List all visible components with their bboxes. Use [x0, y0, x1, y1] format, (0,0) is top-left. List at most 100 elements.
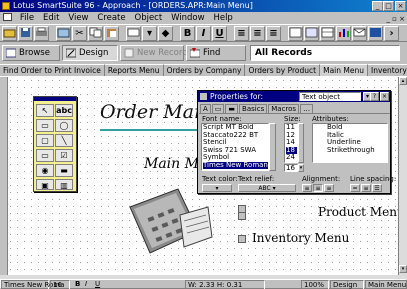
sort-icon[interactable] — [126, 26, 141, 41]
align-right-icon[interactable]: ≡ — [324, 184, 334, 192]
bold-button[interactable]: B — [180, 26, 195, 41]
cut-icon[interactable]: ✂ — [72, 26, 87, 41]
rectangle-tool-icon[interactable]: ▭ — [36, 119, 54, 132]
italic-button[interactable]: I — [196, 26, 211, 41]
tab-macros[interactable]: Macros — [268, 104, 300, 113]
font-item-selected[interactable]: Times New Roman — [203, 161, 268, 169]
browse-button[interactable]: Browse — [2, 45, 60, 61]
rounded-rect-tool-icon[interactable]: ▢ — [36, 134, 54, 147]
vertical-scrollbar[interactable]: ▴ ▾ — [398, 77, 407, 275]
align-center-icon[interactable]: ≡ — [313, 184, 323, 192]
fill-color-icon[interactable]: ▾ — [142, 26, 157, 41]
font-list-scrollbar[interactable] — [269, 123, 276, 171]
radio-tool-icon[interactable]: ◉ — [36, 164, 54, 177]
size-dropdown-icon[interactable]: ▾ — [298, 164, 304, 172]
double-spacing-icon[interactable]: ☰ — [372, 184, 382, 192]
menu-edit[interactable]: Edit — [40, 12, 62, 24]
db-icon[interactable] — [56, 26, 71, 41]
close-icon[interactable]: × — [395, 1, 406, 11]
help-icon[interactable]: ? — [370, 92, 379, 101]
pointer-tool-icon[interactable]: ↖ — [36, 104, 54, 117]
form-icon[interactable] — [288, 26, 303, 41]
ellipse-tool-icon[interactable]: ◯ — [55, 119, 73, 132]
find-button[interactable]: Find — [186, 45, 246, 61]
align-left-icon[interactable]: ≡ — [302, 184, 312, 192]
envelope-icon[interactable] — [352, 26, 367, 41]
tab-orders-by-product[interactable]: Orders by Product — [245, 64, 321, 76]
align-center-icon[interactable]: ≡ — [250, 26, 265, 41]
align-left-icon[interactable]: ≡ — [234, 26, 249, 41]
field-tool-icon[interactable]: ▭ — [36, 149, 54, 162]
status-zoom[interactable]: 100% — [301, 280, 329, 289]
attribute-strikethrough[interactable]: Strikethrough — [327, 146, 387, 155]
print-icon[interactable] — [34, 26, 49, 41]
one-half-spacing-icon[interactable]: ≡ — [361, 184, 371, 192]
next-toolbar-icon[interactable]: › — [384, 26, 399, 41]
close-icon[interactable]: × — [380, 92, 389, 101]
status-view[interactable]: Main Menu — [365, 280, 407, 289]
smartmaster-icon[interactable] — [368, 26, 383, 41]
chart-tool-icon[interactable]: ▥ — [55, 179, 73, 190]
new-record-button[interactable]: New Record — [120, 45, 188, 61]
chart-icon[interactable] — [336, 26, 351, 41]
document-icon[interactable] — [3, 13, 12, 21]
app-icon[interactable] — [2, 2, 10, 10]
worksheet-icon[interactable] — [320, 26, 335, 41]
copy-icon[interactable] — [88, 26, 103, 41]
tab-orders-by-company[interactable]: Orders by Company — [163, 64, 246, 76]
underline-button[interactable]: U — [212, 26, 227, 41]
menu-window[interactable]: Window — [168, 12, 208, 24]
tab-font-icon[interactable]: A — [200, 104, 211, 113]
product-menu-label[interactable]: Product Menu — [318, 205, 398, 219]
save-icon[interactable] — [18, 26, 33, 41]
properties-titlebar[interactable]: Properties for: Text object ▾ ? × — [198, 91, 390, 102]
draw-icon[interactable]: ◆ — [158, 26, 173, 41]
status-italic[interactable]: I — [83, 280, 87, 289]
scroll-up-icon[interactable]: ▴ — [399, 77, 407, 85]
font-list[interactable]: Script MT Bold Staccato222 BT Stencil Sw… — [201, 123, 269, 171]
inventory-menu-button[interactable] — [238, 235, 246, 243]
tab-main-menu[interactable]: Main Menu — [320, 64, 368, 76]
inventory-menu-label[interactable]: Inventory Menu — [252, 231, 349, 245]
status-bold[interactable]: B — [73, 280, 80, 289]
tab-color-icon[interactable]: ▬ — [225, 104, 239, 113]
text-color-picker[interactable]: ▾ — [202, 184, 232, 192]
checkbox-tool-icon[interactable]: ☑ — [55, 149, 73, 162]
attributes-list[interactable]: Bold Italic Underline Strikethrough — [312, 123, 388, 163]
size-list[interactable]: 11 12 14 18 24 — [284, 123, 298, 163]
size-item[interactable]: 24 — [286, 153, 297, 162]
text-tool[interactable]: abc — [55, 104, 73, 117]
single-spacing-icon[interactable]: ═ — [350, 184, 360, 192]
status-font[interactable]: Times New Roma — [1, 280, 64, 289]
text-relief-select[interactable]: ABC ▾ — [238, 184, 296, 192]
status-mode[interactable]: Design — [330, 280, 364, 289]
size-input[interactable]: 16 — [284, 164, 298, 172]
product-menu-button[interactable] — [238, 212, 246, 220]
menu-create[interactable]: Create — [94, 12, 128, 24]
tab-basics[interactable]: Basics — [239, 104, 268, 113]
report-icon[interactable] — [304, 26, 319, 41]
status-underline[interactable]: U — [93, 280, 100, 289]
menu-file[interactable]: File — [17, 12, 37, 24]
records-select[interactable]: All Records — [250, 45, 400, 61]
scroll-down-icon[interactable]: ▾ — [399, 265, 407, 273]
status-size[interactable]: 16 — [50, 280, 70, 289]
object-select[interactable]: Text object — [299, 92, 361, 101]
button-tool-icon[interactable]: ▬ — [55, 164, 73, 177]
tab-find-order[interactable]: Find Order to Print Invoice — [0, 64, 105, 76]
tab-lines-icon[interactable]: ▭ — [211, 104, 225, 113]
paste-icon[interactable] — [104, 26, 119, 41]
design-button[interactable]: Design — [62, 45, 118, 61]
menu-object[interactable]: Object — [132, 12, 166, 24]
tab-reports-menu[interactable]: Reports Menu — [104, 64, 164, 76]
minimize-icon[interactable]: _ — [372, 1, 383, 11]
menu-help[interactable]: Help — [210, 12, 235, 24]
open-icon[interactable] — [2, 26, 17, 41]
picture-tool-icon[interactable]: ▣ — [36, 179, 54, 190]
menu-view[interactable]: View — [65, 12, 91, 24]
tools-palette-titlebar[interactable] — [34, 97, 76, 101]
maximize-icon[interactable]: □ — [383, 1, 394, 11]
line-tool-icon[interactable]: ╲ — [55, 134, 73, 147]
align-right-icon[interactable]: ≡ — [266, 26, 281, 41]
size-list-scrollbar[interactable] — [298, 123, 304, 163]
